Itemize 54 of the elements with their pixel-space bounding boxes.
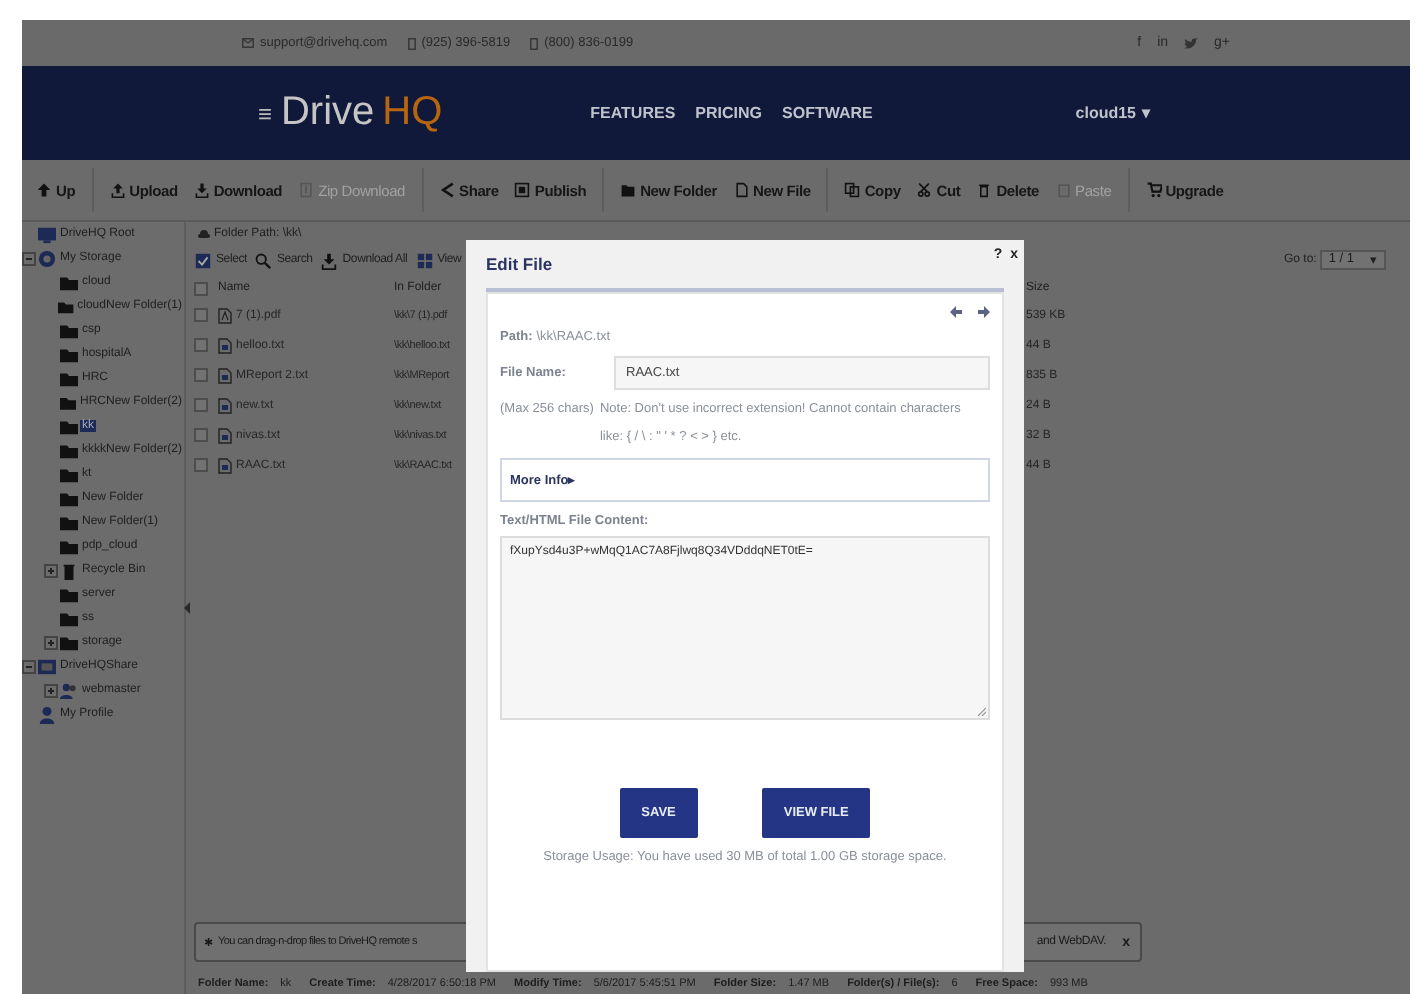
computer-icon (38, 225, 56, 243)
publish-icon (514, 182, 531, 198)
copy-icon (844, 182, 861, 198)
expand-toggle[interactable] (44, 563, 58, 577)
phone-icon (407, 37, 416, 49)
row-checkbox[interactable] (194, 368, 208, 382)
trash-icon (60, 561, 78, 579)
trash-icon (976, 182, 993, 198)
expand-toggle[interactable] (44, 683, 58, 697)
text-file-icon (218, 367, 232, 383)
nav-link[interactable]: PRICING (695, 104, 763, 122)
grid-icon (415, 251, 434, 269)
cloud-icon (198, 230, 210, 238)
search-icon (254, 251, 273, 269)
menu-icon[interactable]: ≡ (258, 99, 273, 127)
nav-link[interactable]: FEATURES (590, 104, 676, 122)
phone-icon (530, 37, 539, 49)
row-checkbox[interactable] (194, 398, 208, 412)
collapse-toggle[interactable] (22, 251, 36, 265)
user-menu[interactable]: cloud15 (1075, 104, 1136, 122)
users-icon (60, 681, 78, 699)
select-all-checkbox[interactable] (194, 281, 208, 295)
file-icon (733, 182, 750, 198)
upload-icon (109, 182, 126, 198)
scissors-icon (916, 182, 933, 198)
bird-icon[interactable] (1184, 37, 1199, 49)
download-icon (193, 182, 210, 198)
text-file-icon (218, 397, 232, 413)
row-checkbox[interactable] (194, 308, 208, 322)
checkbox-icon (194, 251, 212, 269)
download-icon (320, 251, 339, 269)
pdf-file-icon (218, 307, 232, 323)
resize-grip-icon[interactable] (976, 706, 986, 716)
row-checkbox[interactable] (194, 338, 208, 352)
expand-toggle[interactable] (44, 635, 58, 649)
cart-icon (1145, 182, 1162, 198)
folder-icon (620, 182, 637, 198)
logo[interactable]: Drive HQ (280, 90, 443, 136)
up-arrow-icon (36, 182, 52, 198)
nav-link[interactable]: SOFTWARE (782, 104, 873, 122)
monitor-icon (38, 657, 56, 675)
row-checkbox[interactable] (194, 428, 208, 442)
envelope-icon (242, 38, 254, 48)
person-icon (38, 705, 56, 723)
collapse-toggle[interactable] (22, 659, 36, 673)
right-arrow-icon[interactable] (978, 306, 990, 318)
text-file-icon (218, 337, 232, 353)
caret-icon[interactable]: ▾ (1142, 104, 1150, 122)
row-checkbox[interactable] (194, 458, 208, 472)
text-file-icon (218, 427, 232, 443)
left-arrow-icon[interactable] (950, 306, 962, 318)
text-file-icon (218, 457, 232, 473)
share-icon (439, 182, 456, 198)
dialog-title: Edit File (486, 254, 553, 274)
